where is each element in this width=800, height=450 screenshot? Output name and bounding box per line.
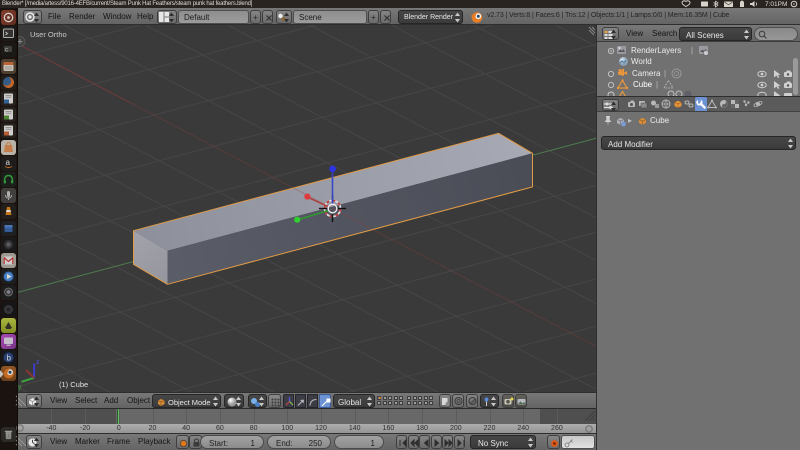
svg-text:User Ortho: User Ortho bbox=[30, 30, 67, 39]
svg-text:y: y bbox=[18, 384, 22, 391]
svg-text:(1) Cube: (1) Cube bbox=[59, 380, 88, 389]
svg-text:z: z bbox=[36, 359, 40, 366]
svg-text:7:01PM: 7:01PM bbox=[765, 1, 787, 8]
